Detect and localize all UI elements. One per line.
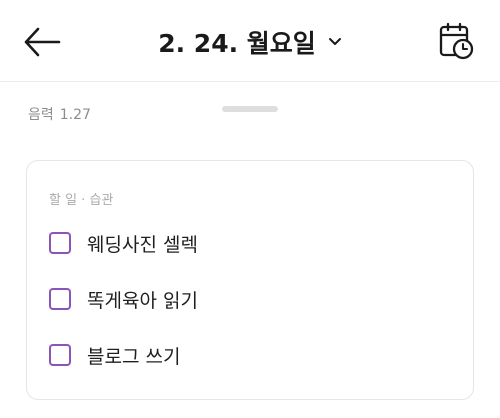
task-label: 똑게육아 읽기 (87, 289, 198, 312)
lunar-date-value: 1.27 (59, 107, 91, 123)
date-selector[interactable]: 2. 24. 월요일 (0, 22, 500, 62)
task-label: 블로그 쓰기 (87, 345, 181, 368)
task-item[interactable]: 똑게육아 읽기 (49, 285, 198, 313)
drag-handle[interactable] (222, 106, 278, 112)
calendar-clock-icon (439, 22, 474, 60)
calendar-schedule-button[interactable] (438, 22, 476, 62)
task-label: 웨딩사진 셀렉 (87, 233, 198, 256)
lunar-date: 음력 1.27 (28, 104, 91, 124)
task-card: 할 일 · 습관 웨딩사진 셀렉 똑게육아 읽기 블로그 쓰기 (26, 160, 474, 400)
chevron-down-icon (328, 38, 341, 45)
task-item[interactable]: 블로그 쓰기 (49, 341, 180, 369)
section-label: 할 일 · 습관 (49, 193, 114, 208)
top-header: 2. 24. 월요일 (0, 0, 500, 82)
task-checkbox[interactable] (49, 288, 71, 310)
task-checkbox[interactable] (49, 344, 71, 366)
task-item[interactable]: 웨딩사진 셀렉 (49, 229, 198, 257)
page-title: 2. 24. 월요일 (158, 29, 316, 58)
task-checkbox[interactable] (49, 232, 71, 254)
lunar-label: 음력 (28, 107, 54, 123)
